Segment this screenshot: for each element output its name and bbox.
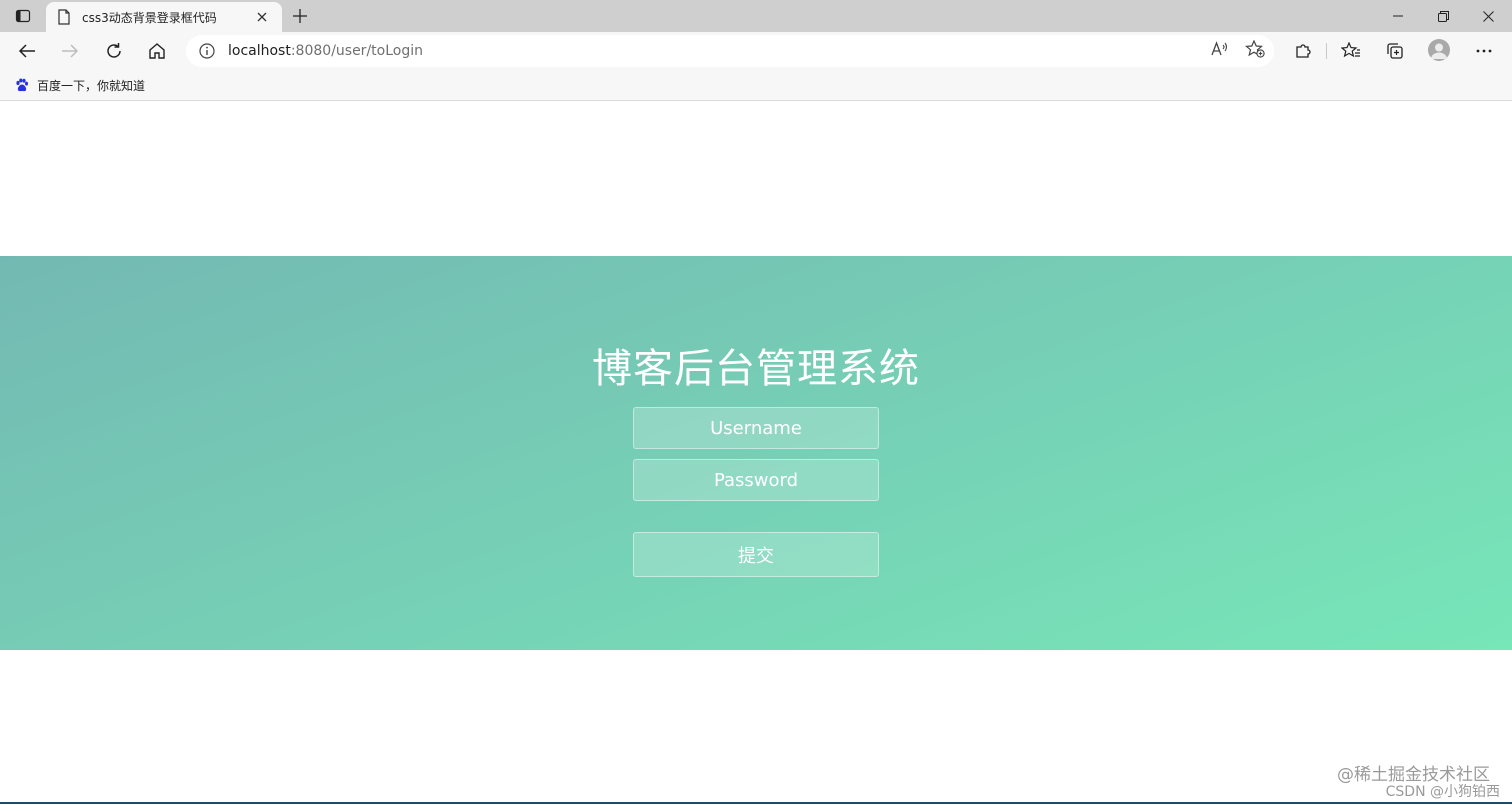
navigation-toolbar: localhost:8080/user/toLogin <box>0 32 1512 70</box>
user-icon <box>1431 43 1447 59</box>
tab-close-icon[interactable] <box>252 7 272 27</box>
add-favorite-button[interactable] <box>1243 37 1267 61</box>
home-button[interactable] <box>142 36 172 66</box>
favorites-star-icon <box>1341 42 1360 58</box>
favorites-button[interactable] <box>1336 36 1366 66</box>
refresh-icon <box>107 43 121 58</box>
extensions-button[interactable] <box>1288 36 1318 66</box>
forward-button[interactable] <box>55 36 85 66</box>
minimize-icon <box>1393 15 1403 17</box>
browser-tab-active[interactable]: css3动态背景登录框代码 <box>46 2 282 32</box>
more-icon <box>1476 49 1492 53</box>
puzzle-icon <box>1296 44 1311 58</box>
arrow-right-icon <box>62 44 79 58</box>
url-path: :8080/user/toLogin <box>290 43 423 59</box>
login-panel: 博客后台管理系统 提交 <box>0 256 1512 650</box>
close-window-button[interactable] <box>1466 0 1510 32</box>
tab-actions-button[interactable] <box>8 4 38 28</box>
page-icon <box>56 9 72 25</box>
new-tab-button[interactable] <box>288 4 312 28</box>
page-viewport: 博客后台管理系统 提交 <box>0 102 1512 804</box>
url-host: localhost <box>228 43 291 59</box>
settings-more-button[interactable] <box>1469 36 1499 66</box>
home-icon <box>149 43 165 59</box>
page-title: 博客后台管理系统 <box>592 346 920 392</box>
profile-avatar[interactable] <box>1428 39 1450 61</box>
restore-button[interactable] <box>1421 0 1465 32</box>
info-icon[interactable] <box>198 42 216 60</box>
read-aloud-button[interactable] <box>1208 37 1232 61</box>
plus-icon <box>293 9 307 23</box>
minimize-button[interactable] <box>1376 0 1420 32</box>
baidu-paw-icon <box>14 77 30 93</box>
restore-icon <box>1437 10 1449 22</box>
username-input[interactable] <box>633 407 879 449</box>
submit-button[interactable]: 提交 <box>633 532 879 577</box>
bookmarks-bar: 百度一下，你就知道 <box>0 70 1512 101</box>
refresh-button[interactable] <box>99 36 129 66</box>
password-input[interactable] <box>633 459 879 501</box>
arrow-left-icon <box>18 44 35 58</box>
bookmark-label: 百度一下，你就知道 <box>37 78 146 93</box>
read-aloud-icon <box>1211 41 1228 56</box>
bookmark-baidu[interactable]: 百度一下，你就知道 <box>10 74 149 96</box>
address-bar[interactable]: localhost:8080/user/toLogin <box>186 35 1274 67</box>
collections-button[interactable] <box>1380 36 1410 66</box>
tab-strip: css3动态背景登录框代码 <box>0 0 1512 32</box>
tab-actions-icon <box>15 9 31 23</box>
toolbar-separator <box>1326 43 1327 59</box>
watermark-csdn: CSDN @小狗铂西 <box>1385 784 1500 800</box>
star-add-icon <box>1245 40 1265 58</box>
back-button[interactable] <box>12 36 42 66</box>
url-text[interactable]: localhost:8080/user/toLogin <box>228 43 423 59</box>
collections-icon <box>1387 43 1403 59</box>
close-icon <box>1482 10 1494 22</box>
tab-title: css3动态背景登录框代码 <box>82 10 217 25</box>
